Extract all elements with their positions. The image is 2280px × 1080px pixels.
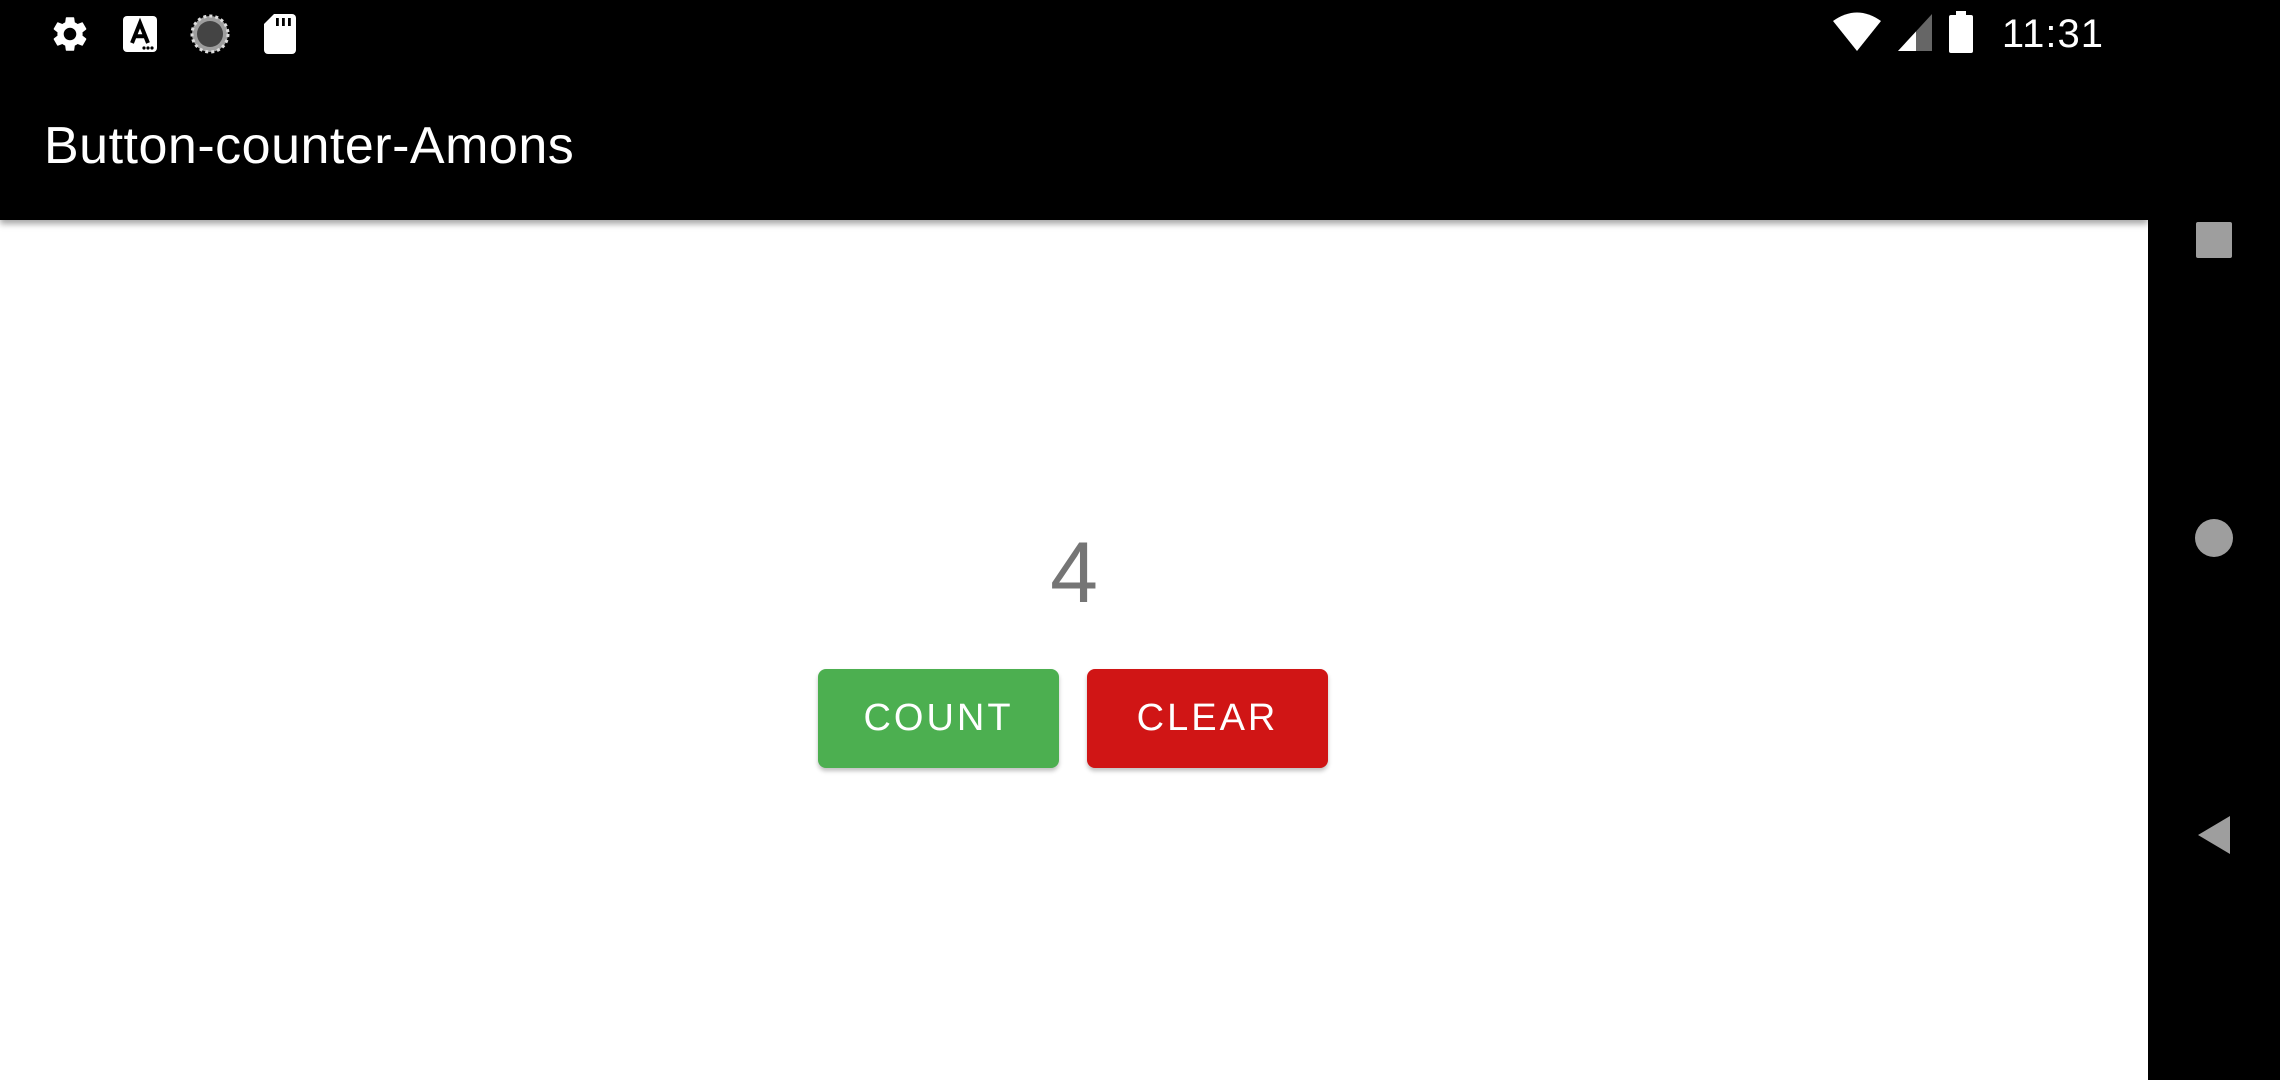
battery-icon bbox=[1948, 10, 1974, 58]
button-row: COUNT CLEAR bbox=[818, 669, 1328, 768]
text-a-icon bbox=[118, 12, 162, 56]
recents-button[interactable] bbox=[2148, 182, 2280, 302]
sd-card-icon bbox=[258, 12, 302, 56]
counter-display: 4 bbox=[1050, 525, 1098, 621]
main-content: 4 COUNT CLEAR bbox=[0, 220, 2148, 1080]
recents-square-icon bbox=[2195, 221, 2233, 264]
device-screen: 11:31 Button-counter-Amons 4 COUNT CLEAR bbox=[0, 0, 2280, 1080]
home-circle-icon bbox=[2194, 518, 2234, 563]
navigation-bar bbox=[2148, 0, 2280, 1080]
system-status: 11:31 bbox=[1832, 8, 2104, 60]
home-button[interactable] bbox=[2148, 480, 2280, 600]
notification-icons bbox=[48, 12, 302, 56]
back-triangle-icon bbox=[2196, 814, 2232, 861]
wifi-icon bbox=[1832, 12, 1882, 57]
app-title: Button-counter-Amons bbox=[44, 117, 575, 175]
gear-icon bbox=[48, 12, 92, 56]
cell-signal-icon bbox=[1896, 12, 1934, 57]
app-bar: Button-counter-Amons bbox=[0, 68, 2148, 220]
clear-button[interactable]: CLEAR bbox=[1087, 669, 1328, 768]
back-button[interactable] bbox=[2148, 777, 2280, 897]
status-bar: 11:31 bbox=[0, 0, 2148, 68]
loading-circle-icon bbox=[188, 12, 232, 56]
count-button[interactable]: COUNT bbox=[818, 669, 1059, 768]
status-clock: 11:31 bbox=[2001, 11, 2104, 56]
